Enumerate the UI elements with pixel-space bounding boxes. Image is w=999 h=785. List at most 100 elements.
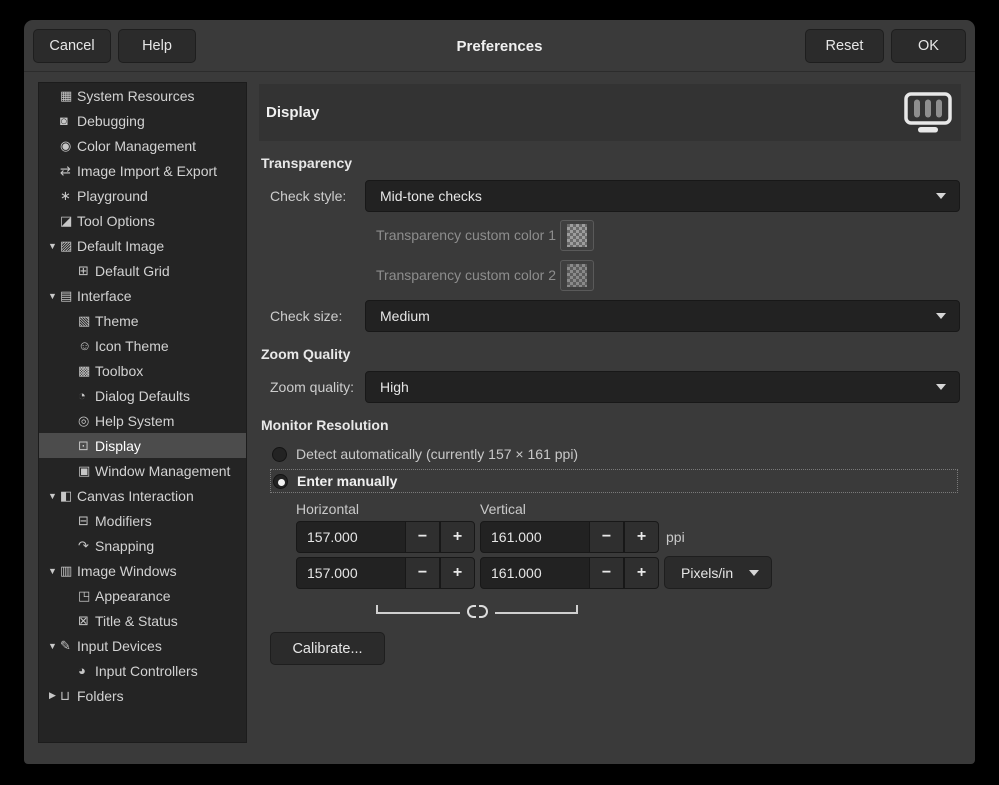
sidebar-item-label: Debugging [77,113,145,129]
sidebar-item-system-resources[interactable]: ▦System Resources [39,83,246,108]
sidebar-item-label: Image Import & Export [77,163,217,179]
resolution-chain-toggle[interactable] [376,596,578,614]
sidebar-item-input-devices[interactable]: ▼✎Input Devices [39,633,246,658]
sidebar-item-default-image[interactable]: ▼▨Default Image [39,233,246,258]
broken-chain-icon [460,605,495,618]
image-import-export-icon: ⇄ [60,163,77,179]
system-resources-icon: ▦ [60,88,77,104]
sidebar-item-image-import-export[interactable]: ⇄Image Import & Export [39,158,246,183]
display-settings-panel: Display Transparency Check style: Mid-to… [259,84,961,744]
folders-icon: ⊔ [60,688,77,704]
zoom-quality-dropdown[interactable]: High [365,371,960,403]
custom-color1-swatch-button[interactable] [560,220,594,251]
sidebar-item-theme[interactable]: ▧Theme [39,308,246,333]
monitor-resolution-section-label: Monitor Resolution [261,417,389,433]
expander-down-icon[interactable]: ▼ [45,641,60,651]
sidebar-item-appearance[interactable]: ◳Appearance [39,583,246,608]
horizontal-resolution-decrement-button[interactable]: − [405,557,440,589]
horizontal-ppi-input[interactable] [296,521,406,553]
sidebar-item-title-status[interactable]: ⊠Title & Status [39,608,246,633]
horizontal-ppi-increment-button[interactable]: + [440,521,475,553]
default-grid-icon: ⊞ [78,263,95,279]
sidebar-item-label: Default Grid [95,263,170,279]
sidebar-item-toolbox[interactable]: ▩Toolbox [39,358,246,383]
detect-automatically-radio[interactable]: Detect automatically (currently 157 × 16… [270,443,958,465]
image-windows-icon: ▥ [60,563,77,579]
sidebar-item-label: Playground [77,188,148,204]
vertical-ppi-input[interactable] [480,521,590,553]
sidebar-item-default-grid[interactable]: ⊞Default Grid [39,258,246,283]
sidebar-item-help-system[interactable]: ◎Help System [39,408,246,433]
sidebar-item-tool-options[interactable]: ◪Tool Options [39,208,246,233]
horizontal-resolution-input[interactable] [296,557,406,589]
resolution-unit-dropdown[interactable]: Pixels/in [664,556,772,589]
radio-on-icon [273,474,288,489]
resolution-unit-value: Pixels/in [681,565,749,581]
sidebar-item-dialog-defaults[interactable]: ◔Dialog Defaults [39,383,246,408]
sidebar-item-modifiers[interactable]: ⊟Modifiers [39,508,246,533]
check-style-dropdown[interactable]: Mid-tone checks [365,180,960,212]
ok-button-label: OK [918,38,939,54]
sidebar-item-label: Theme [95,313,139,329]
expander-down-icon[interactable]: ▼ [45,291,60,301]
expander-down-icon[interactable]: ▼ [45,491,60,501]
modifiers-icon: ⊟ [78,513,95,529]
vertical-resolution-input[interactable] [480,557,590,589]
sidebar-item-display[interactable]: ⊡Display [39,433,246,458]
sidebar-item-label: System Resources [77,88,194,104]
reset-button[interactable]: Reset [805,29,884,63]
chevron-down-icon [936,384,946,390]
sidebar-item-folders[interactable]: ▶⊔Folders [39,683,246,708]
horizontal-column-label: Horizontal [296,501,359,517]
vertical-resolution-decrement-button[interactable]: − [589,557,624,589]
chain-right-bracket [495,605,579,614]
sidebar-item-label: Snapping [95,538,154,554]
chevron-down-icon [936,193,946,199]
vertical-ppi-decrement-button[interactable]: − [589,521,624,553]
sidebar-item-color-management[interactable]: ◉Color Management [39,133,246,158]
sidebar-item-snapping[interactable]: ↷Snapping [39,533,246,558]
sidebar-item-label: Help System [95,413,174,429]
monitor-icon [903,92,953,134]
toolbox-icon: ▩ [78,363,95,379]
custom-color2-label: Transparency custom color 2 [349,260,556,290]
check-size-value: Medium [380,308,936,324]
canvas-interaction-icon: ◧ [60,488,77,504]
zoom-quality-label: Zoom quality: [270,371,354,403]
vertical-ppi-increment-button[interactable]: + [624,521,659,553]
check-style-label: Check style: [270,180,346,212]
calibrate-button-label: Calibrate... [292,641,362,657]
sidebar-item-playground[interactable]: ∗Playground [39,183,246,208]
sidebar-item-debugging[interactable]: ◙Debugging [39,108,246,133]
sidebar-item-icon-theme[interactable]: ☺Icon Theme [39,333,246,358]
vertical-resolution-increment-button[interactable]: + [624,557,659,589]
appearance-icon: ◳ [78,588,95,604]
sidebar-item-interface[interactable]: ▼▤Interface [39,283,246,308]
sidebar-item-label: Title & Status [95,613,178,629]
theme-icon: ▧ [78,313,95,329]
sidebar-item-image-windows[interactable]: ▼▥Image Windows [39,558,246,583]
expander-right-icon[interactable]: ▶ [45,690,60,701]
transparency-section-label: Transparency [261,155,352,171]
sidebar-item-input-controllers[interactable]: ◕Input Controllers [39,658,246,683]
ok-button[interactable]: OK [891,29,966,63]
expander-down-icon[interactable]: ▼ [45,241,60,251]
enter-manually-radio[interactable]: Enter manually [270,469,958,493]
expander-down-icon[interactable]: ▼ [45,566,60,576]
sidebar-item-label: Canvas Interaction [77,488,194,504]
snapping-icon: ↷ [78,538,95,554]
input-controllers-icon: ◕ [78,663,95,678]
calibrate-button[interactable]: Calibrate... [270,632,385,665]
tool-options-icon: ◪ [60,213,77,229]
horizontal-ppi-decrement-button[interactable]: − [405,521,440,553]
sidebar-item-window-management[interactable]: ▣Window Management [39,458,246,483]
custom-color2-swatch-button[interactable] [560,260,594,291]
display-icon: ⊡ [78,438,95,454]
sidebar-item-label: Color Management [77,138,196,154]
help-system-icon: ◎ [78,413,95,429]
enter-manually-label: Enter manually [297,473,397,489]
check-size-dropdown[interactable]: Medium [365,300,960,332]
zoom-quality-value: High [380,379,936,395]
sidebar-item-canvas-interaction[interactable]: ▼◧Canvas Interaction [39,483,246,508]
horizontal-resolution-increment-button[interactable]: + [440,557,475,589]
